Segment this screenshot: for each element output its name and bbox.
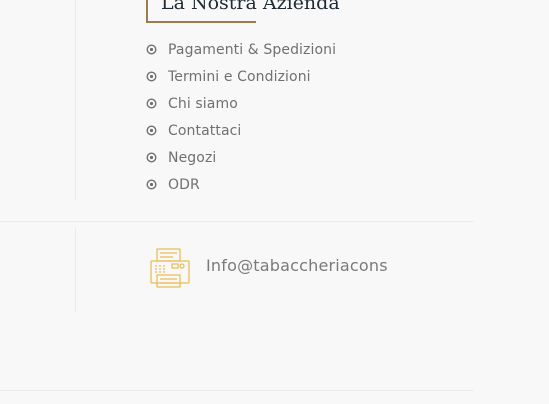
circle-dot-icon — [146, 125, 157, 136]
footer-link-label: Chi siamo — [168, 95, 238, 112]
footer-link-label: ODR — [168, 176, 200, 193]
footer-link-label: Pagamenti & Spedizioni — [168, 41, 337, 58]
footer-bottom-divider — [0, 390, 474, 391]
footer-link-stores[interactable]: Negozi — [146, 144, 336, 171]
footer-link-label: Termini e Condizioni — [168, 68, 311, 85]
footer-link-label: Negozi — [168, 149, 217, 166]
footer-link-terms[interactable]: Termini e Condizioni — [146, 63, 336, 90]
footer-link-odr[interactable]: ODR — [146, 171, 336, 198]
footer-column-divider — [75, 0, 76, 200]
circle-dot-icon — [146, 98, 157, 109]
circle-dot-icon — [146, 44, 157, 55]
company-links-list: Pagamenti & Spedizioni Termini e Condizi… — [146, 36, 336, 198]
footer-link-label: Contattaci — [168, 122, 242, 139]
circle-dot-icon — [146, 179, 157, 190]
section-heading: La Nostra Azienda — [161, 0, 340, 14]
contact-email[interactable]: Info@tabaccheriacons — [206, 256, 388, 275]
footer-link-contact[interactable]: Contattaci — [146, 117, 336, 144]
footer-column-divider — [75, 227, 76, 312]
footer-row-divider — [0, 221, 474, 222]
footer-link-about[interactable]: Chi siamo — [146, 90, 336, 117]
circle-dot-icon — [146, 71, 157, 82]
fax-icon — [150, 248, 190, 288]
footer-link-payments-shipping[interactable]: Pagamenti & Spedizioni — [146, 36, 336, 63]
circle-dot-icon — [146, 152, 157, 163]
